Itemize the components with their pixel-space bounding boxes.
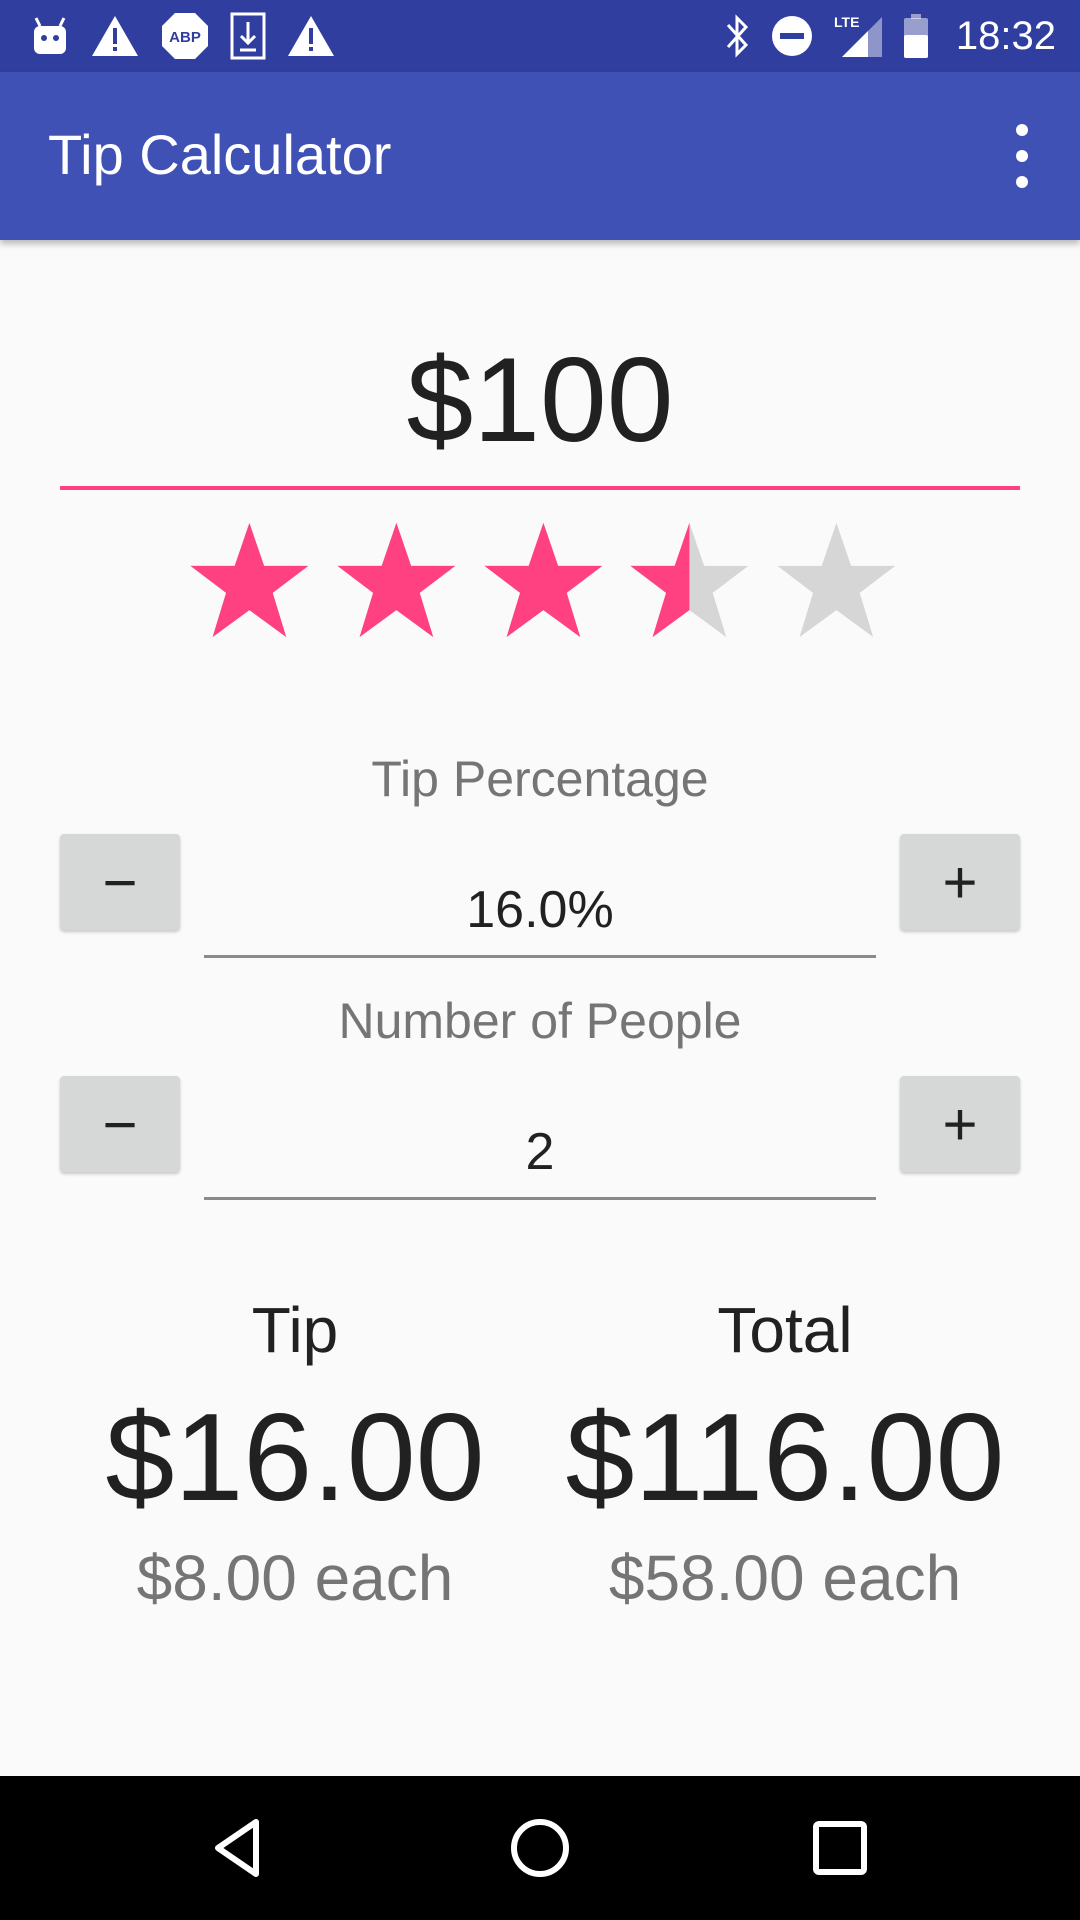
rating-star-icon[interactable]: [775, 520, 898, 640]
tip-result-label: Tip: [251, 1294, 339, 1366]
tip-percentage-label: Tip Percentage: [371, 751, 709, 807]
app-title: Tip Calculator: [48, 123, 392, 186]
bill-amount-input[interactable]: $100: [60, 330, 1020, 490]
svg-text:ABP: ABP: [169, 29, 201, 46]
bluetooth-icon: [722, 13, 752, 59]
total-result-label: Total: [717, 1294, 853, 1366]
adblock-icon: ABP: [160, 11, 210, 61]
overflow-menu-icon[interactable]: [994, 124, 1050, 188]
total-result-amount: $116.00: [565, 1389, 1005, 1527]
do-not-disturb-icon: [770, 14, 814, 58]
app-toolbar: Tip Calculator: [0, 72, 1080, 240]
android-icon: [30, 16, 70, 56]
tip-result: Tip $16.00 $8.00 each: [45, 1290, 545, 1618]
service-rating-bar[interactable]: [188, 520, 898, 640]
status-time: 18:32: [955, 13, 1056, 58]
rating-star-icon[interactable]: [482, 520, 605, 640]
back-icon[interactable]: [204, 1812, 276, 1884]
download-icon: [230, 12, 266, 60]
tip-percentage-field[interactable]: 16.0%: [204, 862, 876, 958]
system-icons: LTE 18:32: [722, 10, 1056, 62]
tip-decrement-button[interactable]: −: [60, 834, 180, 930]
notification-icons: ABP: [30, 10, 336, 62]
warning-icon: [286, 14, 336, 58]
svg-text:LTE: LTE: [834, 14, 859, 30]
people-count-field[interactable]: 2: [204, 1104, 876, 1200]
recents-icon[interactable]: [804, 1812, 876, 1884]
rating-star-icon[interactable]: [628, 520, 751, 640]
rating-star-icon[interactable]: [335, 520, 458, 640]
people-label: Number of People: [338, 993, 742, 1049]
system-nav-bar: [0, 1776, 1080, 1920]
home-icon[interactable]: [504, 1812, 576, 1884]
people-decrement-button[interactable]: −: [60, 1076, 180, 1172]
warning-icon: [90, 14, 140, 58]
total-result: Total $116.00 $58.00 each: [535, 1290, 1035, 1618]
tip-result-amount: $16.00: [105, 1389, 485, 1527]
tip-increment-button[interactable]: +: [900, 834, 1020, 930]
battery-icon: [902, 13, 930, 59]
status-bar: ABP LTE 18:32: [0, 0, 1080, 72]
lte-signal-icon: LTE: [832, 13, 884, 59]
total-result-each: $58.00 each: [608, 1542, 962, 1614]
tip-result-each: $8.00 each: [136, 1542, 454, 1614]
people-increment-button[interactable]: +: [900, 1076, 1020, 1172]
rating-star-icon[interactable]: [188, 520, 311, 640]
